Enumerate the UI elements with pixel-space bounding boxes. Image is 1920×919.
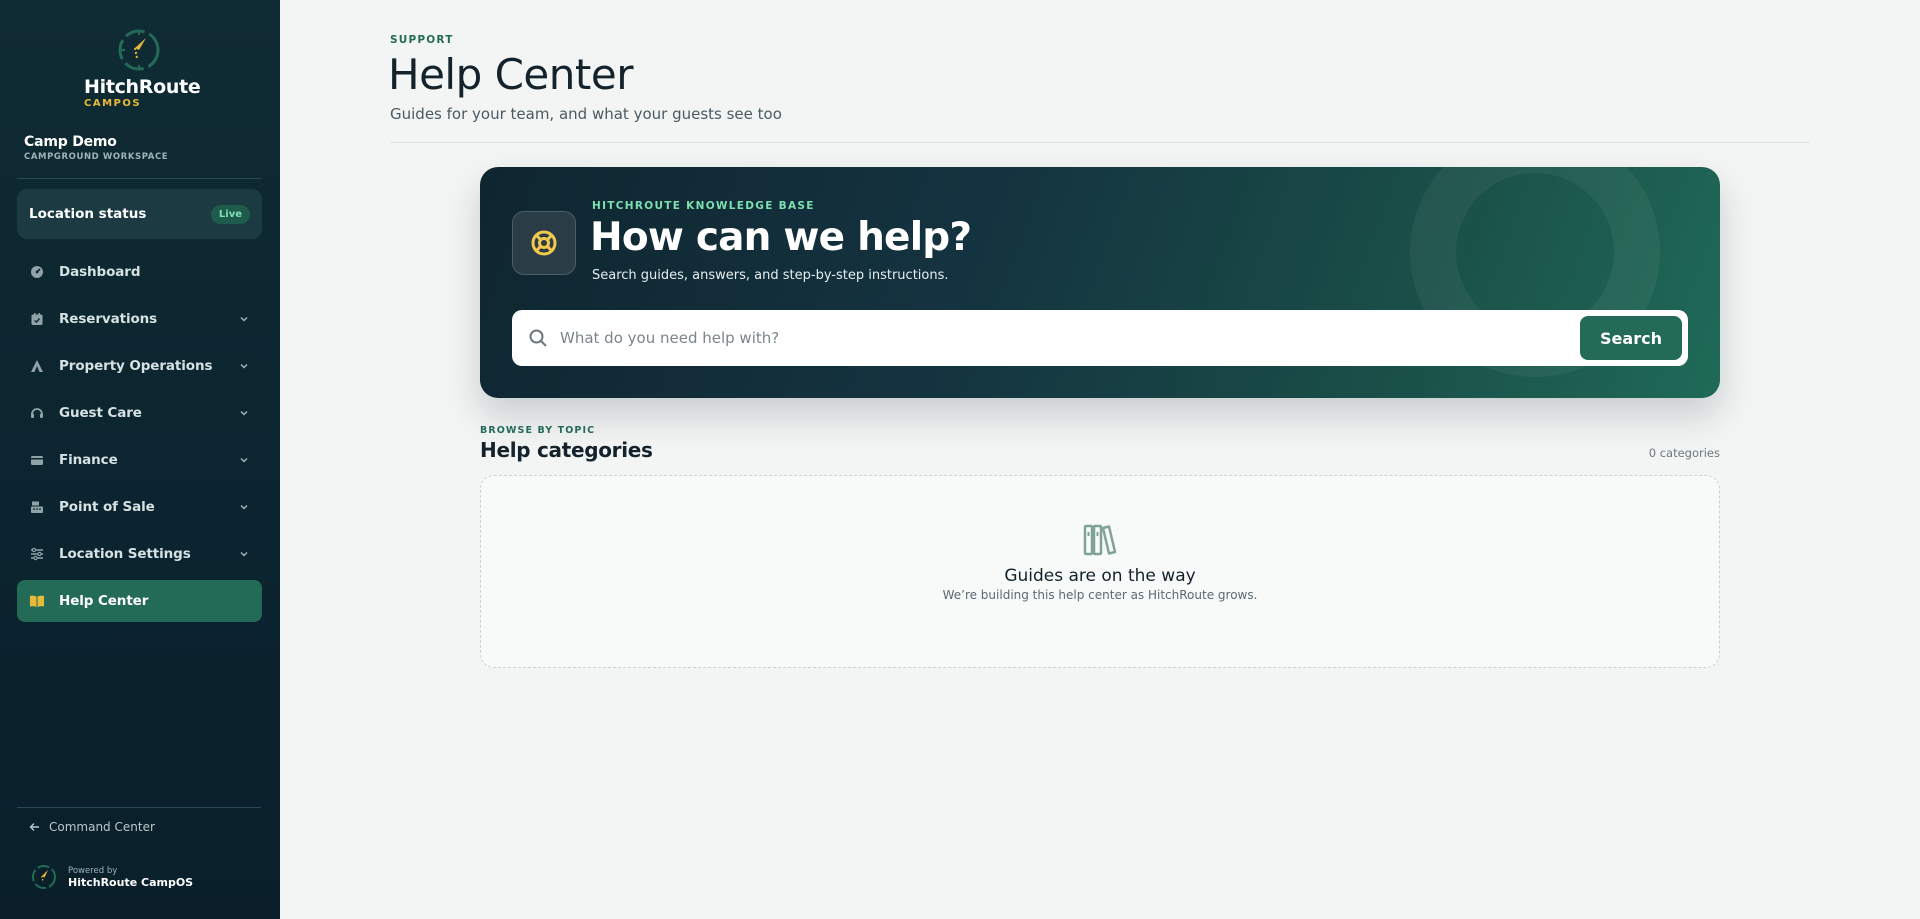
- chevron-down-icon: [238, 407, 250, 419]
- powered-small: Powered by: [68, 865, 118, 876]
- search-bar: Search: [512, 310, 1688, 366]
- sidebar: HitchRoute CAMPOS Camp Demo CAMPGROUND W…: [0, 0, 280, 919]
- brand-sub: CAMPOS: [84, 98, 142, 109]
- search-icon: [529, 329, 547, 347]
- command-center-link[interactable]: Command Center: [29, 820, 155, 834]
- command-center-label: Command Center: [49, 820, 155, 834]
- sidebar-item-guest-care[interactable]: Guest Care: [17, 392, 262, 434]
- category-count: 0 categories: [1648, 446, 1720, 460]
- empty-state-subtitle: We’re building this help center as Hitch…: [942, 588, 1258, 602]
- sidebar-item-label: Dashboard: [59, 264, 141, 280]
- sidebar-item-label: Property Operations: [59, 358, 213, 374]
- browse-title: Help categories: [480, 438, 653, 462]
- sidebar-item-label: Finance: [59, 452, 118, 468]
- headset-icon: [29, 405, 45, 421]
- status-badge: Live: [210, 204, 250, 224]
- powered-by: Powered by HitchRoute CampOS: [29, 862, 193, 892]
- sidebar-item-label: Reservations: [59, 311, 158, 327]
- sidebar-divider: [17, 807, 261, 808]
- powered-name: HitchRoute CampOS: [68, 875, 194, 889]
- browse-eyebrow: BROWSE BY TOPIC: [480, 425, 596, 436]
- sidebar-item-reservations[interactable]: Reservations: [17, 298, 262, 340]
- workspace-sub: CAMPGROUND WORKSPACE: [24, 152, 169, 162]
- sidebar-divider: [17, 178, 261, 179]
- empty-state: Guides are on the way We’re building thi…: [480, 475, 1720, 668]
- sidebar-nav: Dashboard Reservations Property Operatio…: [17, 251, 262, 627]
- page-subtitle: Guides for your team, and what your gues…: [390, 105, 782, 123]
- books-icon: [1083, 524, 1117, 556]
- sidebar-item-property-operations[interactable]: Property Operations: [17, 345, 262, 387]
- sidebar-item-finance[interactable]: Finance: [17, 439, 262, 481]
- hero-eyebrow: HITCHROUTE KNOWLEDGE BASE: [592, 200, 815, 212]
- wallet-icon: [29, 452, 45, 468]
- sidebar-item-label: Help Center: [59, 593, 149, 609]
- sidebar-item-help-center[interactable]: Help Center: [17, 580, 262, 622]
- sidebar-item-point-of-sale[interactable]: Point of Sale: [17, 486, 262, 528]
- sliders-icon: [29, 546, 45, 562]
- chevron-down-icon: [238, 360, 250, 372]
- search-input[interactable]: [560, 329, 1580, 347]
- register-icon: [29, 499, 45, 515]
- location-status-label: Location status: [29, 206, 147, 222]
- sidebar-item-location-settings[interactable]: Location Settings: [17, 533, 262, 575]
- header-divider: [390, 142, 1810, 143]
- workspace: Camp Demo CAMPGROUND WORKSPACE: [24, 134, 168, 162]
- sidebar-item-label: Point of Sale: [59, 499, 155, 515]
- page-title: Help Center: [388, 50, 633, 99]
- page-eyebrow: SUPPORT: [390, 34, 454, 46]
- empty-state-title: Guides are on the way: [1004, 566, 1196, 586]
- main-content: SUPPORT Help Center Guides for your team…: [280, 0, 1920, 919]
- chevron-down-icon: [238, 313, 250, 325]
- sidebar-item-label: Location Settings: [59, 546, 191, 562]
- dashboard-icon: [29, 264, 45, 280]
- location-status[interactable]: Location status Live: [17, 189, 262, 239]
- search-button[interactable]: Search: [1580, 316, 1682, 360]
- sidebar-item-label: Guest Care: [59, 405, 142, 421]
- lifebuoy-icon: [512, 211, 576, 275]
- chevron-down-icon: [238, 548, 250, 560]
- hero-subtitle: Search guides, answers, and step-by-step…: [592, 268, 949, 283]
- hero-title: How can we help?: [590, 215, 972, 260]
- calendar-icon: [29, 311, 45, 327]
- brand-name: HitchRoute: [84, 76, 201, 98]
- chevron-down-icon: [238, 454, 250, 466]
- tent-icon: [29, 358, 45, 374]
- chevron-down-icon: [238, 501, 250, 513]
- sidebar-item-dashboard[interactable]: Dashboard: [17, 251, 262, 293]
- compass-logo-icon: [118, 29, 160, 71]
- brand[interactable]: HitchRoute CAMPOS: [84, 26, 201, 110]
- book-icon: [29, 593, 45, 609]
- compass-logo-icon: [32, 865, 56, 889]
- arrow-left-icon: [29, 823, 39, 831]
- search-hero: HITCHROUTE KNOWLEDGE BASE How can we hel…: [480, 167, 1720, 398]
- workspace-name: Camp Demo: [24, 134, 117, 150]
